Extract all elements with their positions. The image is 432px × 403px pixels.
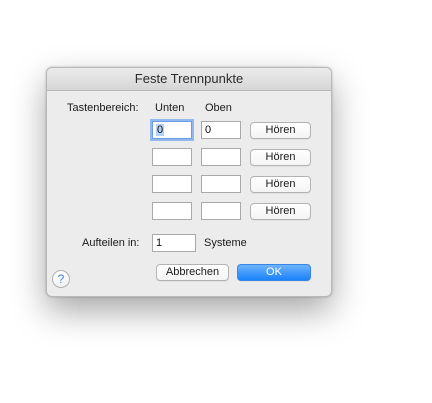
dialog-title: Feste Trennpunkte [47, 68, 331, 91]
row1-upper-input[interactable]: 0 [201, 121, 241, 139]
ok-button[interactable]: OK [237, 264, 311, 281]
page: Feste Trennpunkte Tastenbereich: Unten O… [0, 0, 432, 403]
row3-lower-input[interactable] [152, 175, 192, 193]
row3-listen-button[interactable]: Hören [250, 176, 311, 193]
systems-unit-label: Systeme [204, 237, 247, 249]
help-icon[interactable]: ? [52, 270, 70, 288]
row4-upper-input[interactable] [201, 202, 241, 220]
row1-listen-button[interactable]: Hören [250, 122, 311, 139]
dialog-window: Feste Trennpunkte Tastenbereich: Unten O… [46, 67, 332, 297]
row2-lower-input[interactable] [152, 148, 192, 166]
cancel-button[interactable]: Abbrechen [156, 264, 229, 281]
column-header-lower: Unten [155, 102, 185, 114]
split-count-input[interactable]: 1 [152, 234, 196, 252]
row1-lower-input[interactable]: 0 [152, 121, 192, 139]
key-range-label: Tastenbereich: [67, 102, 139, 114]
row4-listen-button[interactable]: Hören [250, 203, 311, 220]
row2-upper-input[interactable] [201, 148, 241, 166]
row2-listen-button[interactable]: Hören [250, 149, 311, 166]
row3-upper-input[interactable] [201, 175, 241, 193]
row1-lower-value: 0 [156, 124, 165, 136]
column-header-upper: Oben [205, 102, 232, 114]
row4-lower-input[interactable] [152, 202, 192, 220]
split-into-label: Aufteilen in: [82, 237, 140, 249]
